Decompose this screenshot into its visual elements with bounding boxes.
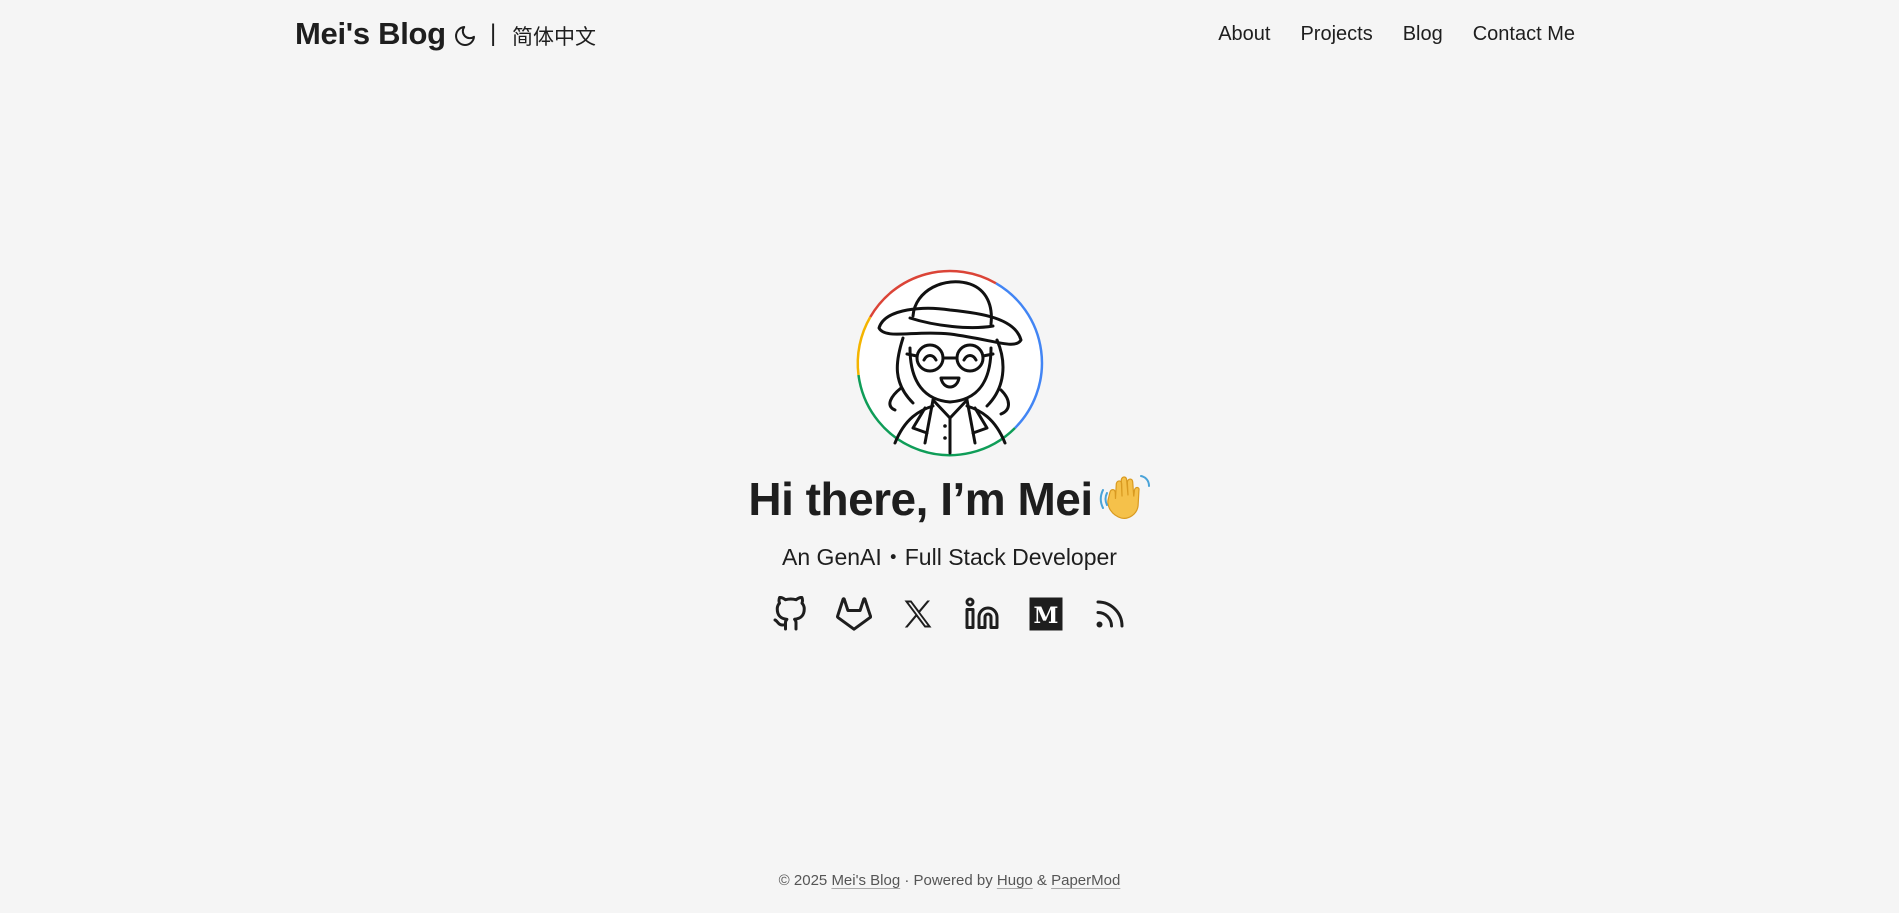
gitlab-icon[interactable] <box>835 596 872 632</box>
footer-powered-by: · Powered by <box>904 872 993 889</box>
hero-subtitle: An GenAI・Full Stack Developer <box>782 544 1117 570</box>
page: Mei's Blog | 简体中文 About Projects Blog Co… <box>0 0 1899 913</box>
social-icons: M <box>772 595 1128 632</box>
nav-blog[interactable]: Blog <box>1403 23 1443 46</box>
site-logo[interactable]: Mei's Blog <box>295 16 446 52</box>
nav-projects[interactable]: Projects <box>1300 23 1372 46</box>
main-nav: About Projects Blog Contact Me <box>1218 23 1575 46</box>
rss-icon[interactable] <box>1092 596 1128 632</box>
avatar <box>855 268 1045 458</box>
hero-title: Hi there, I’m Mei <box>748 472 1150 526</box>
hero-section: Hi there, I’m Mei An GenAI・Full Stack De… <box>0 268 1899 632</box>
hero-title-text: Hi there, I’m Mei <box>748 473 1093 525</box>
site-header: Mei's Blog | 简体中文 About Projects Blog Co… <box>0 0 1899 70</box>
site-footer: © 2025 Mei's Blog · Powered by Hugo & Pa… <box>0 872 1899 889</box>
waving-hand-icon <box>1097 472 1151 526</box>
footer-copyright: © 2025 <box>778 872 828 889</box>
x-icon[interactable] <box>900 596 936 632</box>
footer-papermod-link[interactable]: PaperMod <box>1051 872 1120 889</box>
footer-site-link[interactable]: Mei's Blog <box>831 872 900 889</box>
footer-hugo-link[interactable]: Hugo <box>997 872 1033 889</box>
linkedin-icon[interactable] <box>964 596 1000 632</box>
lang-separator: | <box>490 20 497 47</box>
svg-text:M: M <box>1033 603 1058 629</box>
moon-icon[interactable] <box>453 24 477 48</box>
language-switch-link[interactable]: 简体中文 <box>512 21 596 51</box>
nav-contact-me[interactable]: Contact Me <box>1473 23 1575 46</box>
footer-ampersand: & <box>1036 872 1047 889</box>
medium-icon[interactable]: M <box>1028 596 1064 632</box>
nav-about[interactable]: About <box>1218 23 1270 46</box>
github-icon[interactable] <box>772 595 808 632</box>
